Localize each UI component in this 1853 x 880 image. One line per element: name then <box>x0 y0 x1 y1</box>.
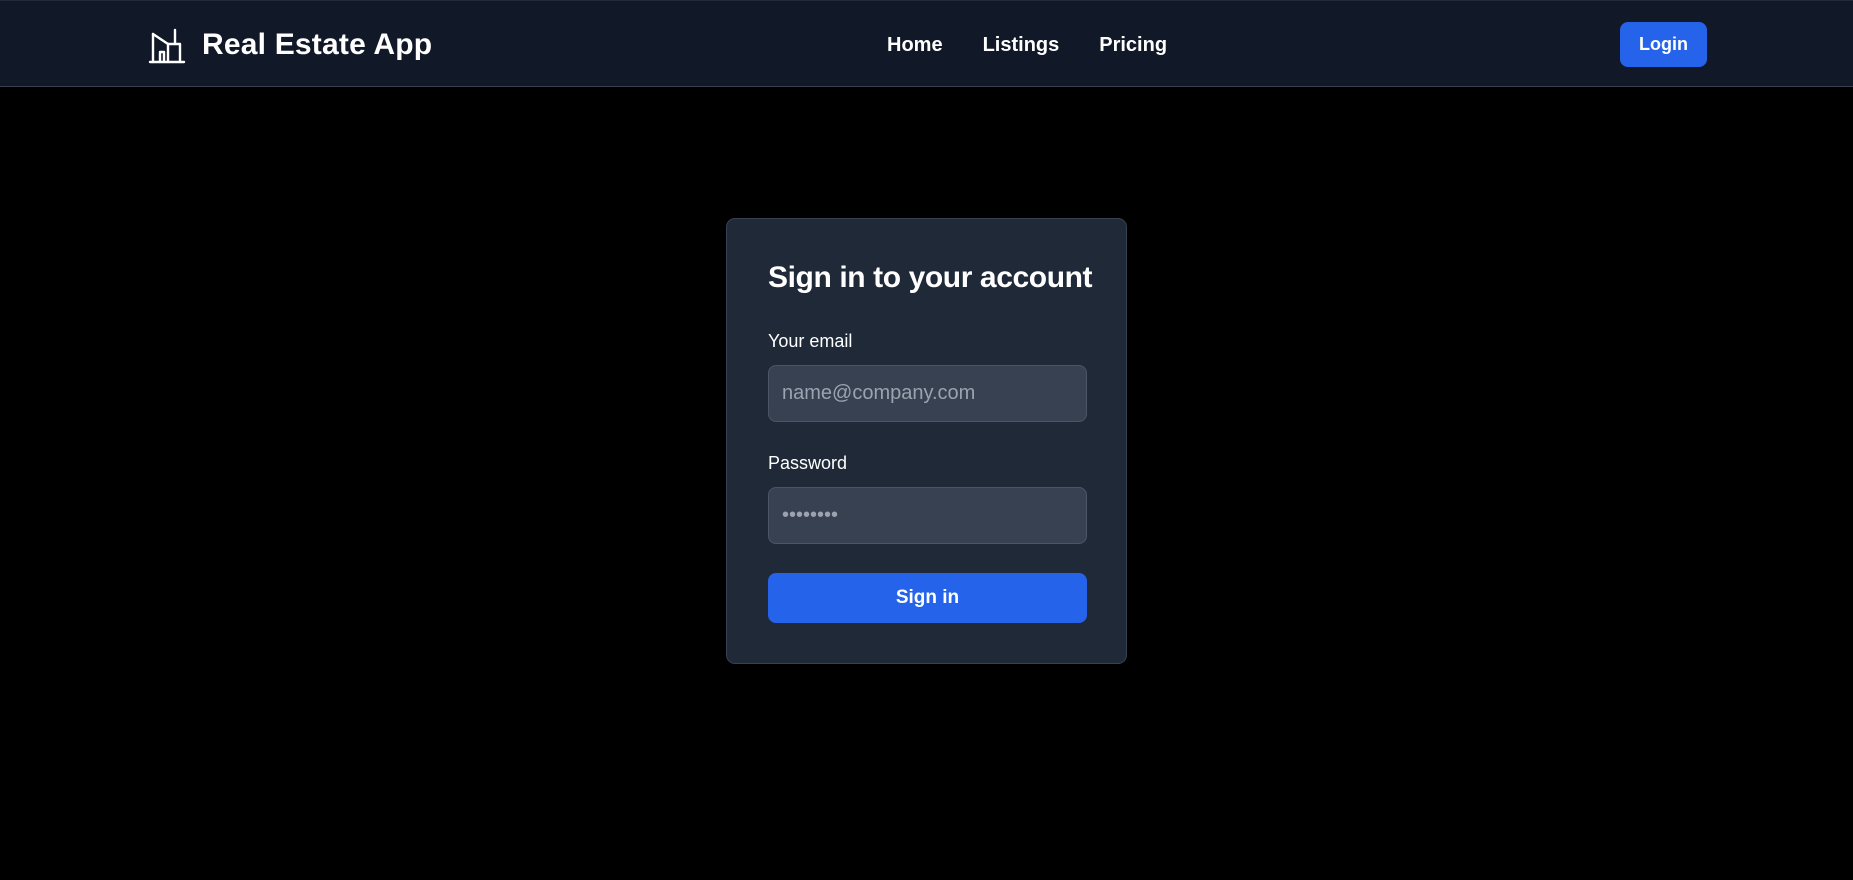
nav-link-listings[interactable]: Listings <box>983 30 1060 60</box>
nav-link-home[interactable]: Home <box>887 30 943 60</box>
password-field[interactable] <box>768 487 1087 544</box>
sign-in-button[interactable]: Sign in <box>768 573 1087 623</box>
email-field[interactable] <box>768 365 1087 422</box>
top-navbar: Real Estate App Home Listings Pricing Lo… <box>0 0 1853 87</box>
email-label: Your email <box>768 331 853 351</box>
main-nav: Home Listings Pricing <box>887 30 1167 60</box>
login-button[interactable]: Login <box>1620 22 1707 67</box>
nav-link-pricing[interactable]: Pricing <box>1099 30 1167 60</box>
password-label: Password <box>768 453 848 473</box>
brand-link[interactable]: Real Estate App <box>148 25 432 65</box>
building-icon <box>148 26 186 64</box>
signin-title: Sign in to your account <box>768 261 1093 294</box>
brand-name: Real Estate App <box>202 28 433 61</box>
signin-card: Sign in to your account Your email Passw… <box>726 218 1127 664</box>
